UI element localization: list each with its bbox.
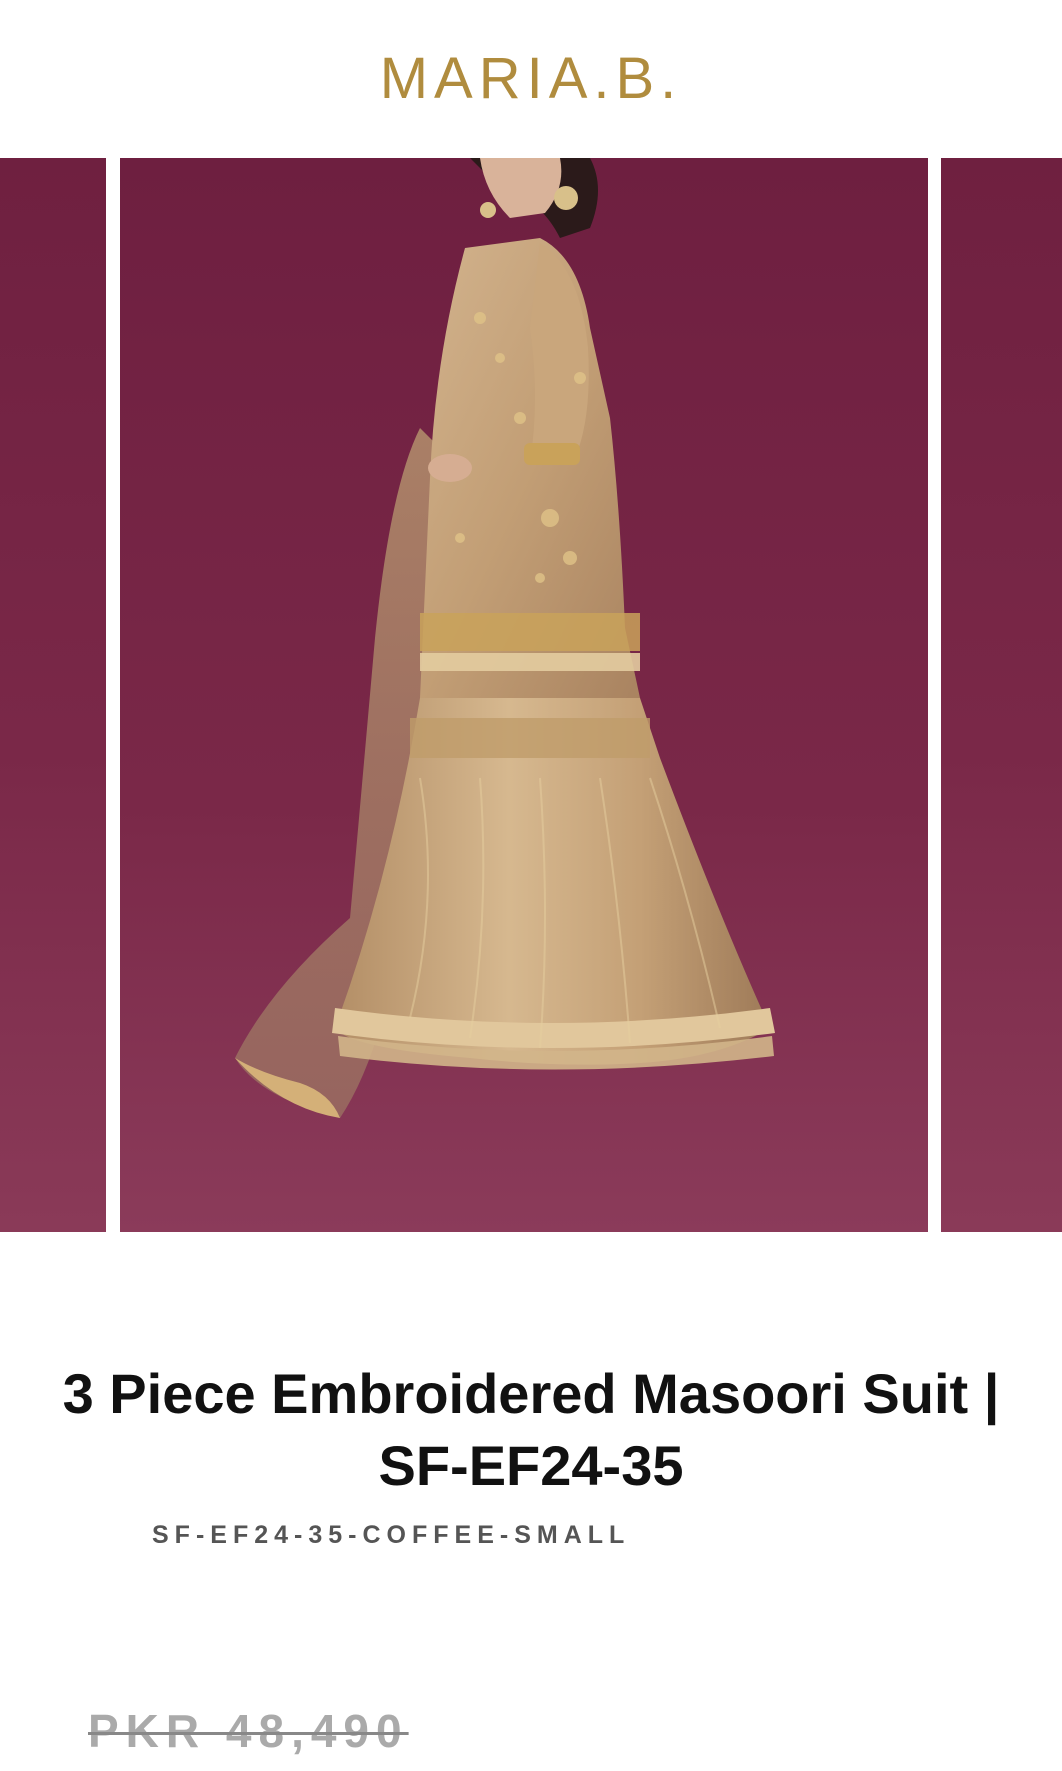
product-image-carousel[interactable] <box>0 158 1062 1232</box>
product-sku: SF-EF24-35-COFFEE-SMALL <box>152 1521 631 1549</box>
product-title: 3 Piece Embroidered Masoori Suit | SF-EF… <box>20 1358 1042 1502</box>
original-price: PKR 48,490 <box>88 1705 409 1757</box>
carousel-slide-next[interactable] <box>941 158 1062 1232</box>
carousel-slide-previous[interactable] <box>0 158 106 1232</box>
product-photo-illustration <box>120 158 928 1232</box>
product-image[interactable] <box>120 158 928 1232</box>
product-title-line1: 3 Piece Embroidered Masoori Suit | <box>62 1362 1000 1425</box>
product-title-line2: SF-EF24-35 <box>378 1434 684 1497</box>
brand-logo[interactable]: MARIA.B. <box>380 45 683 112</box>
site-header: MARIA.B. <box>0 0 1062 158</box>
